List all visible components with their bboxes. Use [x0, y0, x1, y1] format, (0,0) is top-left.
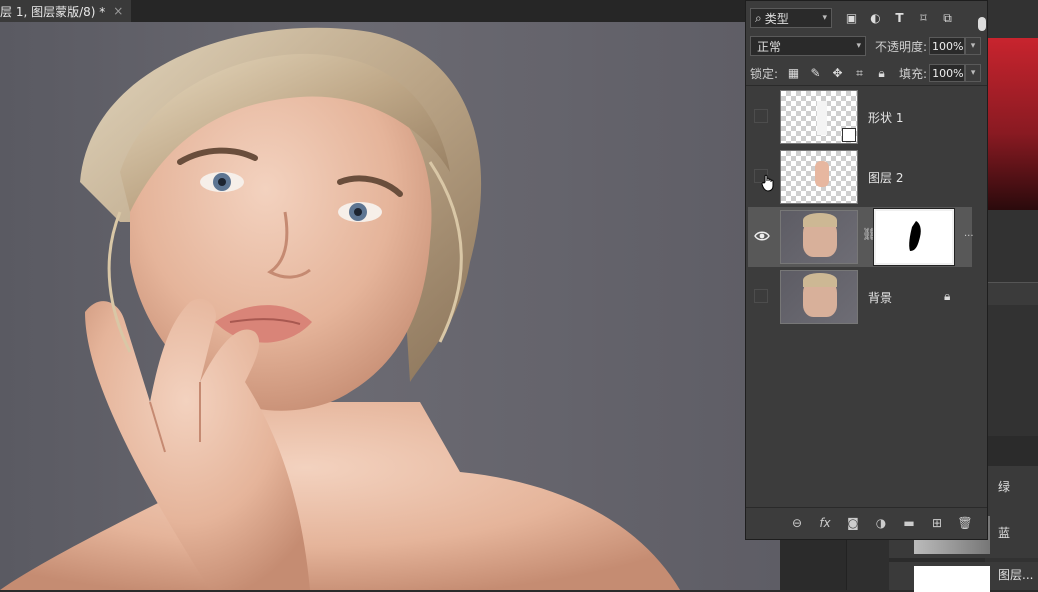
lock-artboard-icon[interactable]: ⌗: [852, 66, 867, 81]
lock-position-icon[interactable]: ✥: [830, 66, 845, 81]
layer-thumbnail: [780, 90, 858, 144]
layer-name[interactable]: 形状 1: [868, 109, 903, 126]
layer-name[interactable]: 背景: [868, 289, 892, 306]
layers-panel: ⌕ 类型 ▾ ▣ ◐ T ⌑ ⧉ 正常 ▾ 不透明度: 100% ▾ 锁定: ▦…: [745, 0, 988, 540]
adjustment-filter-icon[interactable]: ◐: [868, 11, 883, 26]
close-tab-icon[interactable]: ×: [113, 4, 123, 18]
panel-cell: [846, 540, 889, 590]
layers-panel-footer: ⊖ fx ◙ ◑ ▬ ⊞ 🗑︎: [746, 507, 987, 537]
layer-row-layer2[interactable]: 图层 2: [748, 147, 972, 207]
visibility-toggle[interactable]: [754, 109, 768, 123]
shape-filter-icon[interactable]: ⌑: [916, 11, 931, 26]
filter-label: 类型: [764, 11, 789, 26]
channel-row-mask[interactable]: 图层...: [888, 562, 1038, 592]
more-icon[interactable]: ···: [964, 231, 974, 242]
hand-cursor-icon: [761, 174, 774, 192]
layer-name[interactable]: 图层 2: [868, 169, 903, 186]
smart-object-filter-icon[interactable]: ⧉: [940, 11, 955, 26]
divider: [746, 85, 987, 86]
mask-shape: [909, 221, 921, 251]
panel-search-strip[interactable]: [988, 282, 1038, 305]
lock-label: 锁定:: [750, 66, 779, 81]
hair-preview: [803, 213, 837, 227]
layer-thumbnail: [780, 210, 858, 264]
channel-label: 图层...: [998, 568, 1034, 582]
adjustment-layer-icon[interactable]: ◑: [873, 515, 889, 531]
chevron-down-icon: ▾: [822, 13, 827, 23]
lock-icon: 🔒︎: [944, 289, 951, 303]
channel-thumbnail: [914, 566, 990, 592]
portrait-photo: [0, 27, 680, 590]
lock-paint-icon[interactable]: ✎: [808, 66, 823, 81]
chevron-down-icon[interactable]: ▾: [965, 64, 982, 82]
document-tab-bar: 层 1, 图层蒙版/8) * ×: [0, 0, 790, 22]
layer-filter-select[interactable]: ⌕ 类型 ▾: [750, 8, 832, 28]
layer-row-background[interactable]: 背景 🔒︎: [748, 267, 972, 327]
color-picker-field[interactable]: [988, 38, 1038, 210]
chevron-down-icon: ▾: [856, 41, 861, 51]
channel-label: 蓝: [998, 526, 1011, 540]
chevron-down-icon[interactable]: ▾: [965, 37, 982, 55]
layer-thumbnail: [780, 150, 858, 204]
search-icon: ⌕: [755, 10, 762, 25]
document-tab[interactable]: 层 1, 图层蒙版/8) * ×: [0, 0, 132, 22]
blend-mode-select[interactable]: 正常 ▾: [750, 36, 866, 56]
lock-transparent-icon[interactable]: ▦: [786, 66, 801, 81]
filter-toggle-knob[interactable]: [978, 17, 986, 31]
layer-mask-thumbnail[interactable]: [873, 208, 955, 266]
type-filter-icon[interactable]: T: [892, 11, 907, 26]
lock-row: 锁定: ▦ ✎ ✥ ⌗ 🔒︎ 填充: 100% ▾: [750, 63, 984, 83]
link-layers-icon[interactable]: ⊖: [789, 515, 805, 531]
layer-row-masked[interactable]: ⛓ ···: [748, 207, 974, 267]
group-folder-icon[interactable]: ▬: [901, 515, 917, 531]
layer-thumbnail: [780, 270, 858, 324]
add-mask-icon[interactable]: ◙: [845, 515, 861, 531]
opacity-label: 不透明度:: [875, 39, 928, 54]
blend-mode-value: 正常: [757, 39, 782, 54]
shape-preview: [817, 101, 827, 135]
fx-icon[interactable]: fx: [817, 515, 833, 531]
fill-input[interactable]: 100%: [929, 64, 966, 82]
layer-preview: [815, 161, 829, 187]
image-filter-icon[interactable]: ▣: [844, 11, 859, 26]
layer-row-shape[interactable]: 形状 1: [748, 87, 972, 147]
opacity-input[interactable]: 100%: [929, 37, 966, 55]
eye-icon[interactable]: [754, 230, 770, 242]
lock-all-icon[interactable]: 🔒︎: [874, 66, 889, 81]
hair-preview: [803, 273, 837, 287]
fill-label: 填充:: [899, 66, 928, 81]
blend-row: 正常 ▾ 不透明度: 100% ▾: [750, 36, 984, 56]
trash-icon[interactable]: 🗑︎: [957, 515, 973, 531]
channel-label: 绿: [998, 480, 1011, 494]
document-canvas[interactable]: [0, 22, 780, 590]
layer-filter-row: ⌕ 类型 ▾ ▣ ◐ T ⌑ ⧉: [750, 7, 986, 31]
new-layer-icon[interactable]: ⊞: [929, 515, 945, 531]
shape-badge-icon: [842, 128, 856, 142]
visibility-toggle[interactable]: [754, 289, 768, 303]
document-tab-title: 层 1, 图层蒙版/8) *: [0, 4, 106, 19]
